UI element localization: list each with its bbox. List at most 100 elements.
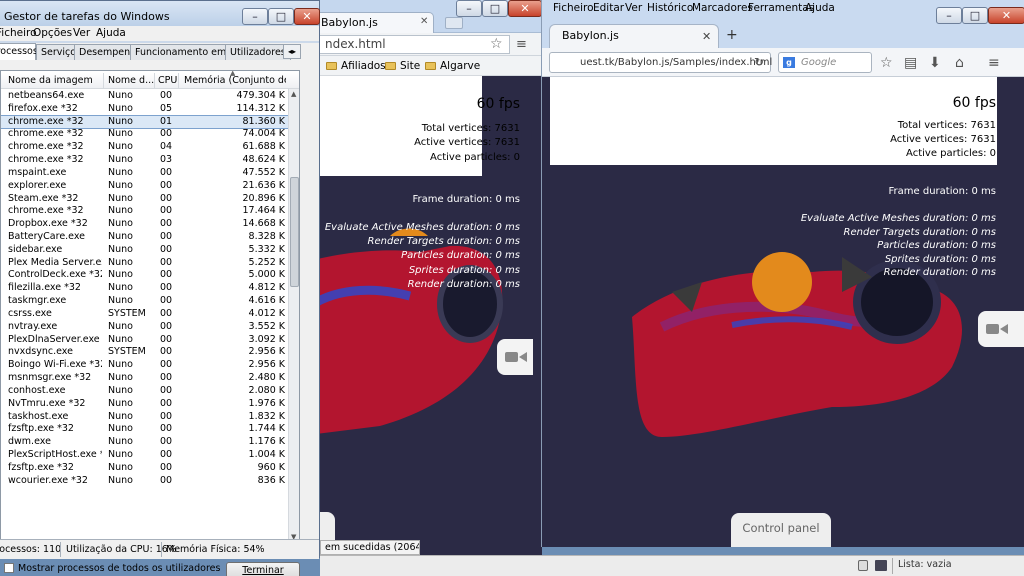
table-row[interactable]: csrss.exe SYSTEM 00 4.012 K	[1, 308, 289, 321]
firefox-menu-item[interactable]: Ajuda	[805, 0, 835, 17]
reload-icon[interactable]: ↻	[754, 55, 764, 69]
download-icon[interactable]: ⬇	[929, 55, 941, 71]
table-row[interactable]: BatteryCare.exe Nuno 00 8.328 K	[1, 231, 289, 244]
table-row[interactable]: ControlDeck.exe *32 Nuno 00 5.000 K	[1, 269, 289, 282]
table-row[interactable]: PlexDlnaServer.exe *32 Nuno 00 3.092 K	[1, 334, 289, 347]
table-row[interactable]: chrome.exe *32 Nuno 03 48.624 K	[1, 154, 289, 167]
process-list-vertical-scrollbar[interactable]: ▲ ▼	[288, 89, 299, 543]
table-row[interactable]: chrome.exe *32 Nuno 04 61.688 K	[1, 141, 289, 154]
table-row[interactable]: dwm.exe Nuno 00 1.176 K	[1, 436, 289, 449]
firefox-tab-close-icon[interactable]: ✕	[702, 30, 711, 43]
bookmark-star-icon[interactable]: ☆	[490, 36, 503, 52]
chrome-menu-icon[interactable]: ≡	[516, 37, 527, 52]
table-row[interactable]: taskhost.exe Nuno 00 1.832 K	[1, 411, 289, 424]
table-row[interactable]: msnmsgr.exe *32 Nuno 00 2.480 K	[1, 372, 289, 385]
process-name-cell: mspaint.exe	[8, 166, 67, 178]
show-all-processes-checkbox[interactable]: Mostrar processos de todos os utilizador…	[4, 563, 220, 574]
chrome-camera-button[interactable]	[497, 339, 533, 375]
chrome-minimize-button[interactable]: –	[456, 0, 482, 17]
table-row[interactable]: wcourier.exe *32 Nuno 00 836 K	[1, 475, 289, 488]
user-name-cell: SYSTEM	[108, 346, 146, 358]
table-row[interactable]: chrome.exe *32 Nuno 00 74.004 K	[1, 128, 289, 141]
column-cpu[interactable]: CPU	[158, 75, 177, 86]
chrome-tab-close-icon[interactable]: ✕	[420, 16, 428, 27]
user-name-cell: Nuno	[108, 423, 133, 435]
firefox-tab[interactable]: Babylon.js	[549, 24, 719, 48]
column-user-name[interactable]: Nome d...	[108, 75, 154, 86]
column-divider[interactable]	[103, 73, 104, 89]
chrome-omnibox[interactable]: ndex.html	[300, 35, 510, 54]
bookmark-item[interactable]: Afiliados	[326, 58, 386, 74]
table-row[interactable]: mspaint.exe Nuno 00 47.552 K	[1, 167, 289, 180]
table-row[interactable]: nvxdsync.exe SYSTEM 00 2.956 K	[1, 346, 289, 359]
taskmgr-minimize-button[interactable]: –	[242, 8, 268, 25]
table-row[interactable]: filezilla.exe *32 Nuno 00 4.812 K	[1, 282, 289, 295]
firefox-menu-item[interactable]: Ficheiro	[553, 0, 594, 17]
table-row[interactable]: NvTmru.exe *32 Nuno 00 1.976 K	[1, 398, 289, 411]
chrome-sprites-duration: Sprites duration: 0 ms	[408, 265, 520, 276]
firefox-babylon-canvas[interactable]: 60 fps Total vertices: 7631 Active verti…	[542, 77, 1024, 547]
control-panel-button[interactable]: Control panel	[731, 513, 831, 547]
table-row[interactable]: chrome.exe *32 Nuno 01 81.360 K	[1, 114, 290, 130]
firefox-menu-item[interactable]: Histórico	[647, 0, 693, 17]
tab-scroll-arrows[interactable]: ◂▸	[283, 44, 301, 59]
firefox-menu-item[interactable]: Ver	[625, 0, 642, 17]
table-row[interactable]: fzsftp.exe *32 Nuno 00 1.744 K	[1, 423, 289, 436]
table-row[interactable]: Plex Media Server.exe ... Nuno 00 5.252 K	[1, 257, 289, 270]
taskmgr-close-button[interactable]: ✕	[294, 8, 320, 25]
firefox-menu-item[interactable]: Editar	[593, 0, 624, 17]
column-divider[interactable]	[154, 73, 155, 89]
firefox-maximize-button[interactable]: □	[962, 7, 988, 24]
firefox-menu-icon[interactable]: ≡	[988, 55, 1000, 71]
home-icon[interactable]: ⌂	[955, 55, 964, 71]
bookmark-item[interactable]: Algarve	[425, 58, 480, 74]
taskmgr-menu-item[interactable]: Ver	[73, 26, 90, 41]
memory-cell: 2.956 K	[248, 359, 285, 371]
firefox-close-button[interactable]: ✕	[988, 7, 1024, 24]
table-row[interactable]: fzsftp.exe *32 Nuno 00 960 K	[1, 462, 289, 475]
process-name-cell: csrss.exe	[8, 307, 52, 319]
chrome-tab[interactable]: Babylon.js	[314, 12, 434, 33]
bookmark-star-icon[interactable]: ☆	[880, 55, 893, 71]
scroll-up-icon[interactable]: ▲	[291, 90, 296, 98]
table-row[interactable]: Boingo Wi-Fi.exe *32 Nuno 00 2.956 K	[1, 359, 289, 372]
table-row[interactable]: nvtray.exe Nuno 00 3.552 K	[1, 321, 289, 334]
table-row[interactable]: explorer.exe Nuno 00 21.636 K	[1, 180, 289, 193]
firefox-camera-button[interactable]	[978, 311, 1024, 347]
bookmark-item[interactable]: Site	[385, 58, 420, 74]
firefox-new-tab-icon[interactable]: +	[726, 27, 738, 43]
tab-users[interactable]: Utilizadores	[225, 44, 291, 60]
taskmgr-maximize-button[interactable]: □	[268, 8, 294, 25]
chrome-new-tab-button[interactable]	[445, 17, 463, 29]
taskmgr-menu-item[interactable]: Ajuda	[96, 26, 126, 41]
chrome-babylon-canvas[interactable]: 60 fps Total vertices: 7631 Active verti…	[300, 76, 542, 555]
firefox-url-bar[interactable]: uest.tk/Babylon.js/Samples/index.html	[549, 52, 772, 73]
firefox-minimize-button[interactable]: –	[936, 7, 962, 24]
vertical-scroll-thumb[interactable]	[290, 177, 299, 287]
checkbox-box[interactable]	[4, 563, 14, 573]
table-row[interactable]: Steam.exe *32 Nuno 00 20.896 K	[1, 193, 289, 206]
clipboard-icon[interactable]: ▤	[904, 55, 917, 71]
taskmgr-menu-item[interactable]: Ficheiro	[0, 26, 37, 41]
tab-processes[interactable]: Processos	[0, 43, 38, 60]
process-list[interactable]: Nome da imagem Nome d... CPU Memória (Co…	[0, 70, 300, 544]
chrome-maximize-button[interactable]: □	[482, 0, 508, 17]
memory-cell: 81.360 K	[242, 115, 286, 127]
taskmgr-menu-item[interactable]: Opções	[33, 26, 72, 41]
table-row[interactable]: conhost.exe Nuno 00 2.080 K	[1, 385, 289, 398]
process-name-cell: chrome.exe *32	[8, 128, 84, 140]
table-row[interactable]: firefox.exe *32 Nuno 05 114.312 K	[1, 103, 289, 116]
table-row[interactable]: chrome.exe *32 Nuno 00 17.464 K	[1, 205, 289, 218]
firefox-search-box[interactable]: g Google	[778, 52, 872, 73]
table-row[interactable]: sidebar.exe Nuno 00 5.332 K	[1, 244, 289, 257]
table-row[interactable]: PlexScriptHost.exe *32 Nuno 00 1.004 K	[1, 449, 289, 462]
column-image-name[interactable]: Nome da imagem	[8, 75, 93, 86]
process-list-header: Nome da imagem Nome d... CPU Memória (Co…	[1, 71, 299, 89]
chrome-close-button[interactable]: ✕	[508, 0, 542, 17]
firefox-menu-item[interactable]: Marcadores	[692, 0, 753, 17]
column-divider[interactable]	[178, 73, 179, 89]
table-row[interactable]: taskmgr.exe Nuno 00 4.616 K	[1, 295, 289, 308]
table-row[interactable]: netbeans64.exe Nuno 00 479.304 K	[1, 90, 289, 103]
table-row[interactable]: Dropbox.exe *32 Nuno 00 14.668 K	[1, 218, 289, 231]
end-process-button[interactable]: Terminar	[226, 562, 300, 576]
